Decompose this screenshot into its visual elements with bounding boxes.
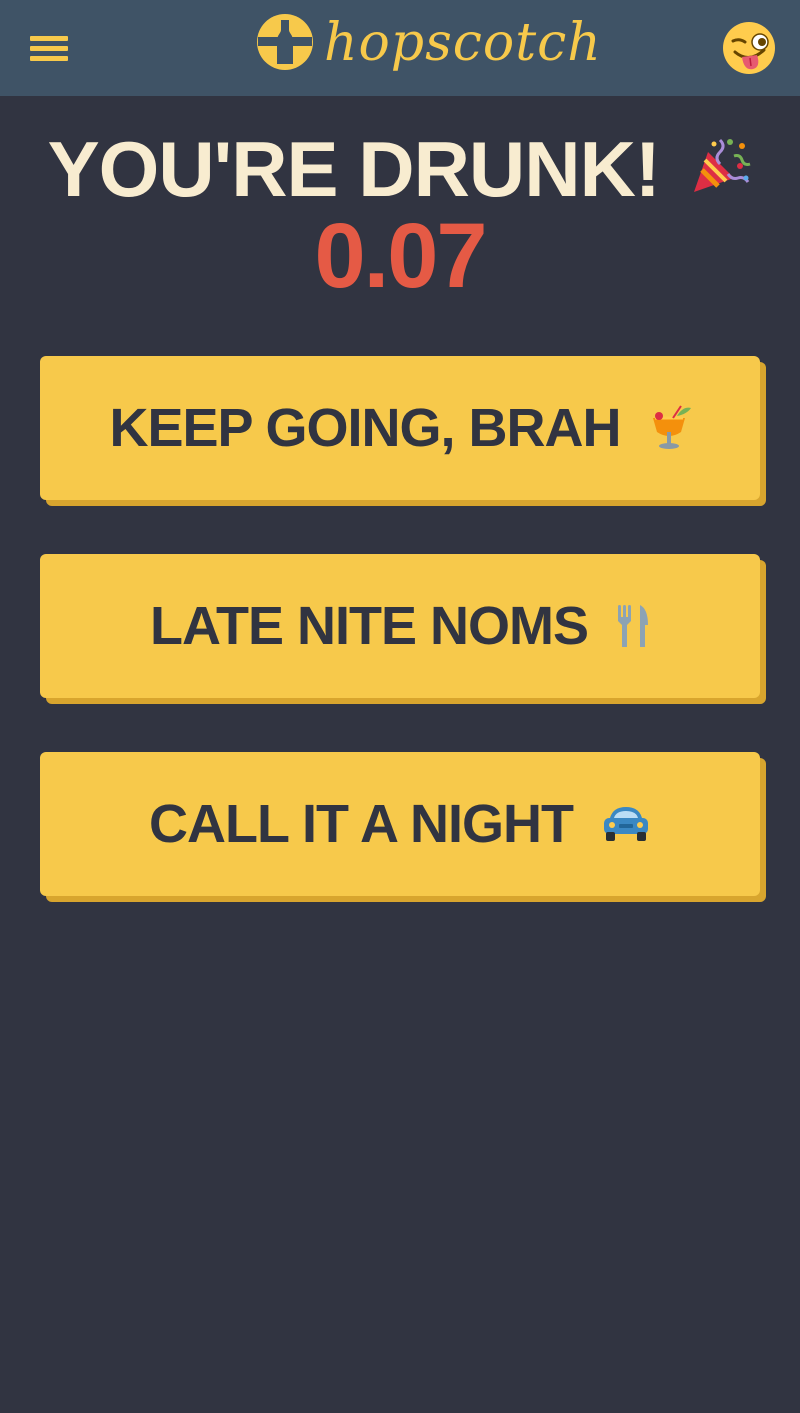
user-avatar[interactable] <box>722 21 776 80</box>
app-header: hopscotch <box>0 0 800 96</box>
keep-going-label: KEEP GOING, BRAH <box>109 398 621 458</box>
bac-value: 0.07 <box>314 205 487 307</box>
logo-wordmark: hopscotch <box>324 13 602 73</box>
status-title-text: YOU'RE DRUNK! <box>47 125 661 213</box>
keep-going-button[interactable]: KEEP GOING, BRAH <box>40 356 760 500</box>
app-logo[interactable]: hopscotch <box>256 8 601 88</box>
bottle-badge-icon <box>257 14 313 70</box>
winking-face-with-tongue-emoji <box>723 22 775 74</box>
car-emoji <box>603 807 648 841</box>
call-it-a-night-label: CALL IT A NIGHT <box>149 794 574 854</box>
call-it-a-night-button[interactable]: CALL IT A NIGHT <box>40 752 760 896</box>
party-popper-emoji <box>694 138 751 192</box>
fork-and-knife-icon <box>618 605 648 647</box>
hamburger-menu-icon[interactable] <box>30 36 68 62</box>
late-nite-noms-button[interactable]: LATE NITE NOMS <box>40 554 760 698</box>
status-heading: YOU'RE DRUNK! <box>0 126 800 212</box>
tropical-drink-emoji <box>652 405 691 449</box>
late-nite-noms-label: LATE NITE NOMS <box>150 596 589 656</box>
